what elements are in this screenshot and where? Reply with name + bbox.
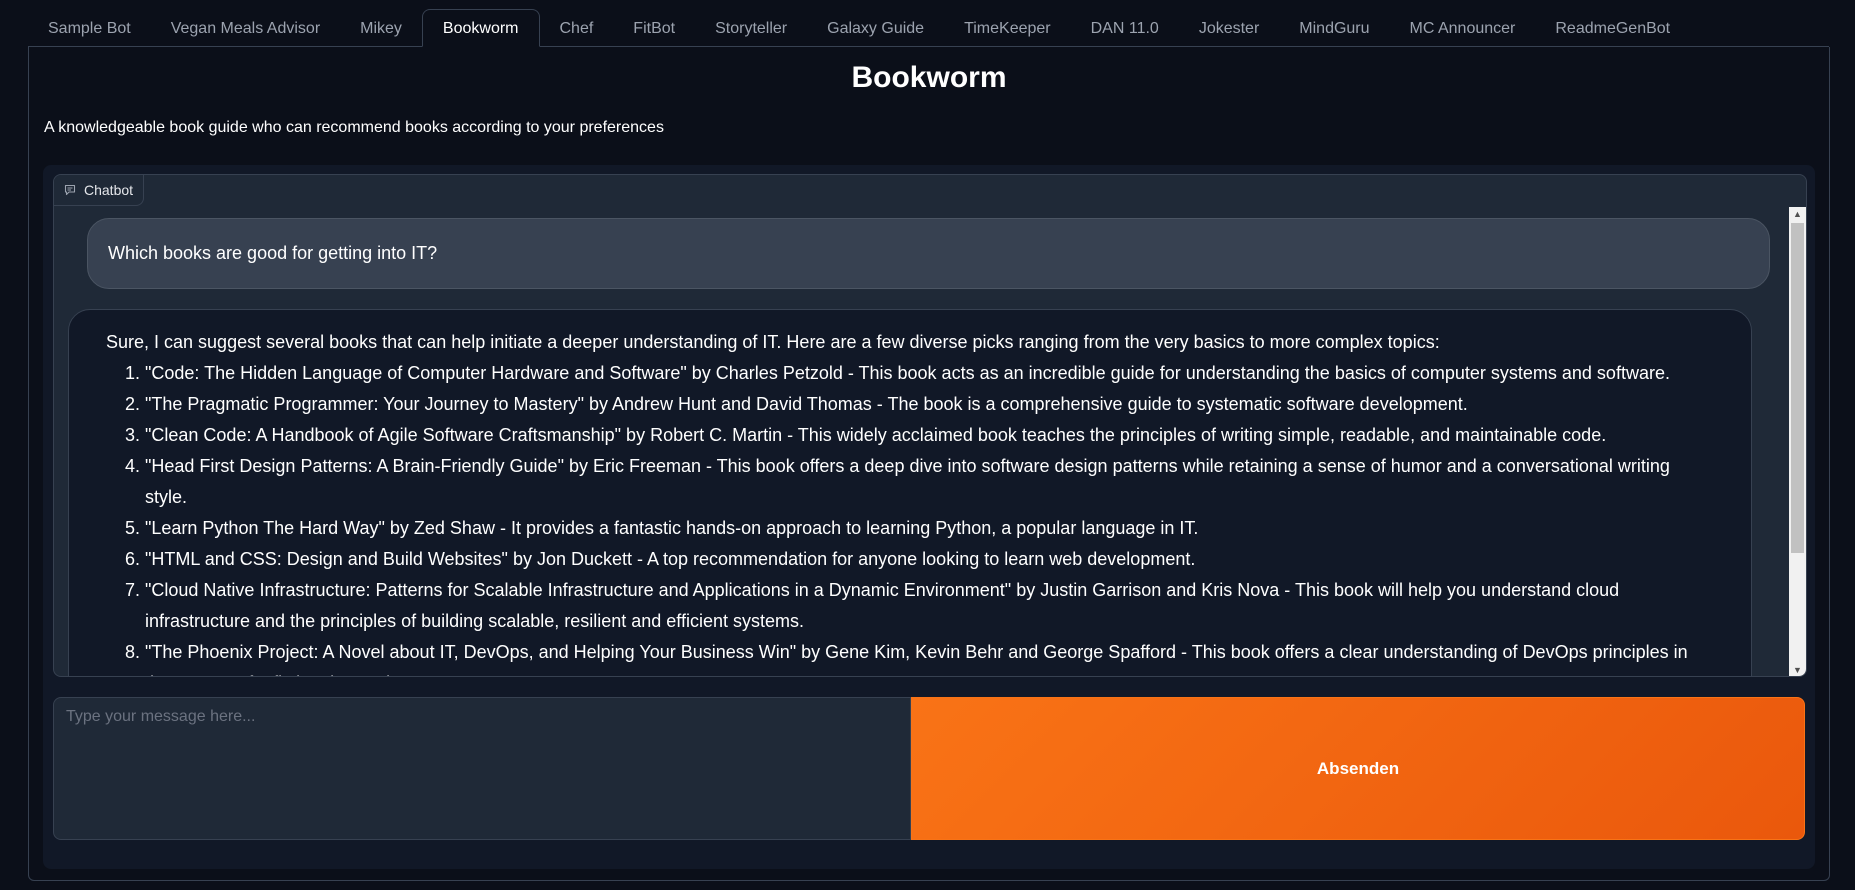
book-list-item: "Cloud Native Infrastructure: Patterns f…	[145, 575, 1713, 637]
tab-mindguru[interactable]: MindGuru	[1279, 10, 1389, 46]
tab-galaxy-guide[interactable]: Galaxy Guide	[807, 10, 944, 46]
scroll-up-arrow-icon[interactable]: ▲	[1789, 207, 1806, 221]
tab-timekeeper[interactable]: TimeKeeper	[944, 10, 1071, 46]
tab-bookworm[interactable]: Bookworm	[421, 9, 540, 47]
chat-container: Chatbot Which books are good for getting…	[43, 165, 1815, 869]
send-button[interactable]: Absenden	[911, 697, 1805, 840]
book-list-item: "Learn Python The Hard Way" by Zed Shaw …	[145, 513, 1713, 544]
book-list-item: "Code: The Hidden Language of Computer H…	[145, 358, 1713, 389]
tab-chef[interactable]: Chef	[540, 10, 614, 46]
tab-readmegenbot[interactable]: ReadmeGenBot	[1535, 10, 1690, 46]
tab-storyteller[interactable]: Storyteller	[695, 10, 807, 46]
book-list-item: "Clean Code: A Handbook of Agile Softwar…	[145, 420, 1713, 451]
page-title: Bookworm	[851, 61, 1007, 94]
tab-sample-bot[interactable]: Sample Bot	[28, 10, 151, 46]
chatbot-label: Chatbot	[54, 175, 145, 206]
chatbot-label-text: Chatbot	[84, 182, 134, 198]
tab-dan[interactable]: DAN 11.0	[1071, 10, 1179, 46]
tab-panel: Bookworm A knowledgeable book guide who …	[28, 47, 1830, 881]
bot-message-intro: Sure, I can suggest several books that c…	[106, 332, 1440, 352]
tab-bar: Sample Bot Vegan Meals Advisor Mikey Boo…	[28, 9, 1829, 47]
book-list: "Code: The Hidden Language of Computer H…	[145, 358, 1713, 676]
tab-mc-announcer[interactable]: MC Announcer	[1390, 10, 1536, 46]
tab-jokester[interactable]: Jokester	[1179, 10, 1279, 46]
tab-mikey[interactable]: Mikey	[340, 10, 422, 46]
book-list-item: "HTML and CSS: Design and Build Websites…	[145, 544, 1713, 575]
bot-message: Sure, I can suggest several books that c…	[68, 309, 1752, 676]
book-list-item: "Head First Design Patterns: A Brain-Fri…	[145, 451, 1713, 513]
scroll-down-arrow-icon[interactable]: ▼	[1789, 663, 1806, 676]
user-message: Which books are good for getting into IT…	[87, 218, 1770, 289]
tab-vegan-meals-advisor[interactable]: Vegan Meals Advisor	[151, 10, 340, 46]
user-message-text: Which books are good for getting into IT…	[108, 243, 438, 263]
page-description: A knowledgeable book guide who can recom…	[44, 119, 664, 136]
message-input[interactable]	[53, 697, 911, 840]
book-list-item: "The Phoenix Project: A Novel about IT, …	[145, 637, 1713, 676]
tab-fitbot[interactable]: FitBot	[613, 10, 695, 46]
book-list-item: "The Pragmatic Programmer: Your Journey …	[145, 389, 1713, 420]
chat-icon	[64, 184, 76, 196]
scroll-thumb[interactable]	[1791, 223, 1804, 553]
chatbot: Chatbot Which books are good for getting…	[53, 174, 1807, 677]
chat-scrollbar[interactable]: ▲ ▼	[1789, 207, 1806, 676]
